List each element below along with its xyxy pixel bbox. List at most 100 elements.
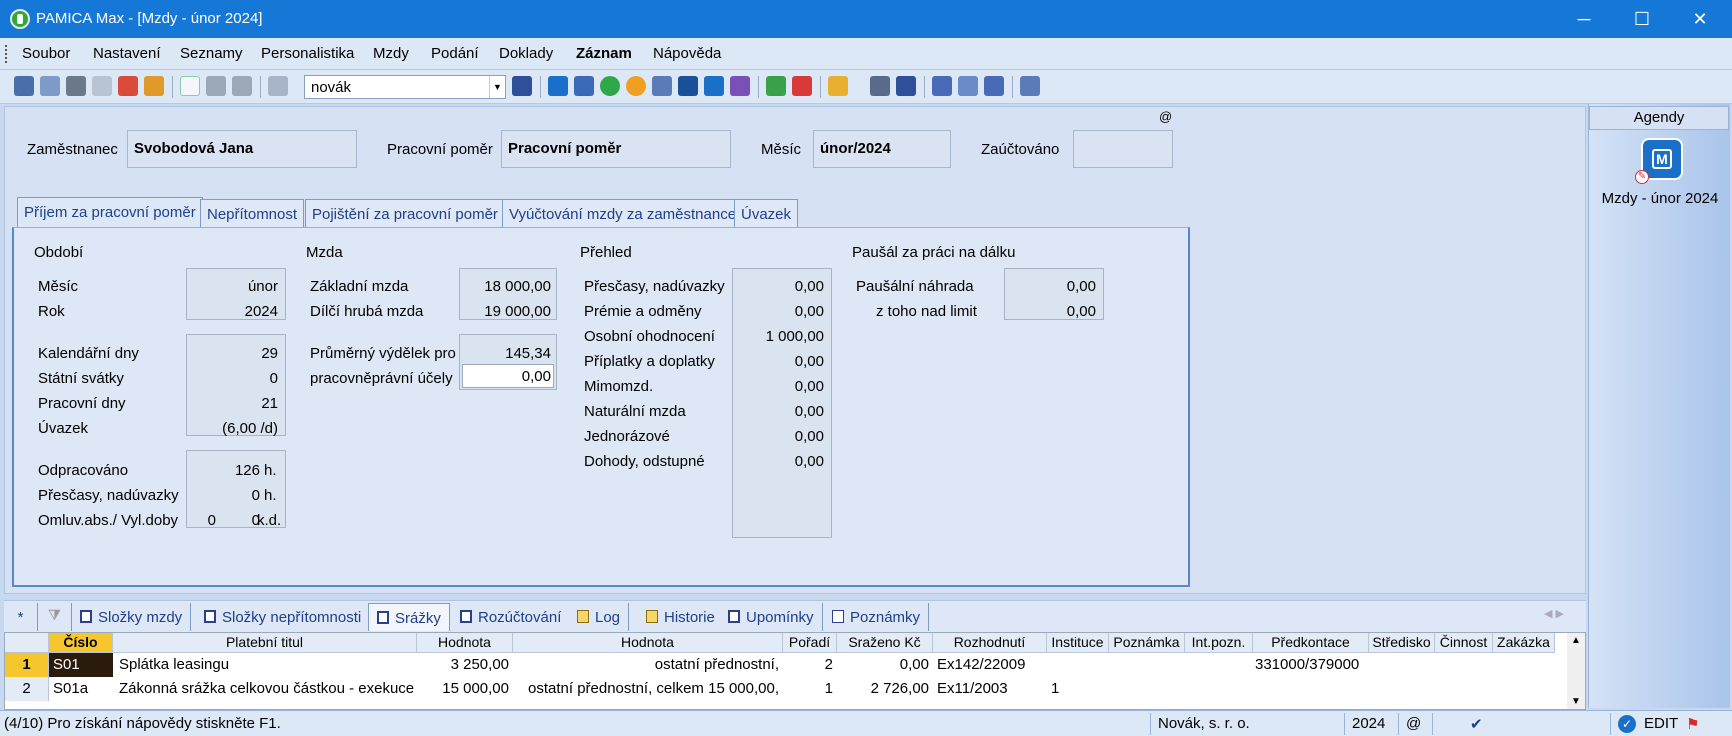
col-header-title[interactable]: Platební titul [113,633,417,653]
window-split-icon[interactable] [958,76,978,96]
filter-icon[interactable] [512,76,532,96]
cell-title[interactable]: Splátka leasingu [117,653,417,677]
minimize-button[interactable]: ─ [1556,0,1612,38]
cell-deducted[interactable]: 2 726,00 [837,677,929,701]
tab-notes[interactable]: Poznámky [824,603,930,631]
tab-workload[interactable]: Úvazek [734,199,799,227]
exit-icon[interactable] [14,76,34,96]
person-icon[interactable] [626,76,646,96]
tab-history[interactable]: Historie [638,603,724,631]
menu-mzdy[interactable]: Mzdy [373,45,409,62]
col-header-order[interactable]: Pořadí [783,633,837,653]
tab-income[interactable]: Příjem za pracovní poměr [17,197,203,227]
grid-scrollbar[interactable]: ▲ ▼ [1567,633,1585,709]
relation-field[interactable]: Pracovní poměr [501,130,731,168]
cell-decision[interactable]: Ex11/2003 [937,677,1045,701]
cell-deducted[interactable]: 0,00 [837,653,929,677]
menu-napoveda[interactable]: Nápověda [653,45,721,62]
tab-log[interactable]: Log [569,603,630,631]
col-header-int-note[interactable]: Int.pozn. [1185,633,1253,653]
save-icon[interactable] [206,76,226,96]
print-icon[interactable] [66,76,86,96]
scroll-down-icon[interactable]: ▼ [1567,696,1585,707]
cell-decision[interactable]: Ex142/22009 [937,653,1045,677]
payroll-m-icon[interactable] [704,76,724,96]
email-icon[interactable] [144,76,164,96]
col-header-deducted[interactable]: Sraženo Kč [837,633,933,653]
pdf-icon[interactable] [118,76,138,96]
window-up-icon[interactable] [984,76,1004,96]
menu-seznamy[interactable]: Seznamy [180,45,243,62]
green-flag-icon[interactable] [766,76,786,96]
menu-zaznam[interactable]: Záznam [576,45,632,62]
folder-icon[interactable] [828,76,848,96]
col-header-institution[interactable]: Instituce [1047,633,1109,653]
employee-field[interactable]: Svobodová Jana [127,130,357,168]
col-header-note[interactable]: Poznámka [1109,633,1185,653]
help-cursor-icon[interactable] [1020,76,1040,96]
menu-soubor[interactable]: Soubor [22,45,70,62]
iban-icon[interactable] [896,76,916,96]
tab-settlement[interactable]: Vyúčtování mzdy za zaměstnance [502,199,744,227]
scroll-up-icon[interactable]: ▲ [1567,635,1585,646]
cell-precontace[interactable]: 331000/379000 [1255,653,1371,677]
cell-number[interactable]: S01a [53,677,113,701]
search-combo[interactable]: novák ▼ [304,75,506,99]
calculator-icon[interactable] [870,76,890,96]
menu-personalistika[interactable]: Personalistika [261,45,354,62]
red-flag-icon[interactable] [792,76,812,96]
tab-wage-components[interactable]: Složky mzdy [72,603,192,631]
tab-insurance[interactable]: Pojištění za pracovní poměr [305,199,505,227]
copy-window-icon[interactable] [40,76,60,96]
new-record-icon[interactable] [180,76,200,96]
cell-value[interactable]: 15 000,00 [417,677,509,701]
cell-order[interactable]: 1 [783,677,833,701]
close-button[interactable]: ✕ [1672,0,1728,38]
employee-icon[interactable] [600,76,620,96]
col-header-activity[interactable]: Činnost [1435,633,1493,653]
status-year: 2024 [1352,715,1386,732]
col-header-value2[interactable]: Hodnota [513,633,783,653]
col-header-center[interactable]: Středisko [1369,633,1435,653]
tab-absence-components[interactable]: Složky nepřítomnosti [196,603,371,631]
tab-filter[interactable]: ⧩ [38,603,72,631]
menu-nastaveni[interactable]: Nastavení [93,45,161,62]
cell-institution[interactable]: 1 [1051,677,1109,701]
cell-value[interactable]: 3 250,00 [417,653,509,677]
formula-icon[interactable] [574,76,594,96]
cell-title[interactable]: Zákonná srážka celkovou částkou - exekuc… [117,677,417,701]
payroll-add-icon[interactable] [730,76,750,96]
payroll-agenda-label[interactable]: Mzdy - únor 2024 [1589,190,1731,207]
cell-value2[interactable]: ostatní přednostní, [513,653,779,677]
agenda-sidebar: Agendy M ✎ Mzdy - únor 2024 [1588,104,1730,708]
col-header-precontace[interactable]: Předkontace [1253,633,1369,653]
menu-podani[interactable]: Podání [431,45,479,62]
cell-value2[interactable]: ostatní přednostní, celkem 15 000,00, [513,677,779,701]
tab-all[interactable]: * [4,603,38,631]
chevron-down-icon[interactable]: ▼ [489,76,505,98]
payroll-icon[interactable] [548,76,568,96]
preview-icon[interactable] [92,76,112,96]
menu-doklady[interactable]: Doklady [499,45,553,62]
col-header-order-job[interactable]: Zakázka [1493,633,1555,653]
cell-order[interactable]: 2 [783,653,833,677]
col-header-value[interactable]: Hodnota [417,633,513,653]
cell-precontace[interactable] [1255,677,1371,701]
tab-allocation[interactable]: Rozúčtování [452,603,571,631]
cell-institution[interactable] [1051,653,1109,677]
maximize-button[interactable]: ☐ [1614,0,1670,38]
cell-number[interactable]: S01 [49,653,113,677]
tab-absence[interactable]: Nepřítomnost [200,199,305,227]
payroll-check-icon[interactable] [678,76,698,96]
calendar-clock-icon[interactable] [652,76,672,96]
duplicate-icon[interactable] [268,76,288,96]
col-header-number[interactable]: Číslo [49,633,113,653]
tabs-scroll-arrows[interactable]: ◀ ▶ [1544,607,1564,620]
month-field[interactable]: únor/2024 [813,130,951,168]
tab-deductions[interactable]: Srážky [368,603,450,631]
window-down-icon[interactable] [932,76,952,96]
posted-field[interactable] [1073,130,1173,168]
save-all-icon[interactable] [232,76,252,96]
col-header-decision[interactable]: Rozhodnutí [933,633,1047,653]
tab-reminders[interactable]: Upomínky [720,603,823,631]
